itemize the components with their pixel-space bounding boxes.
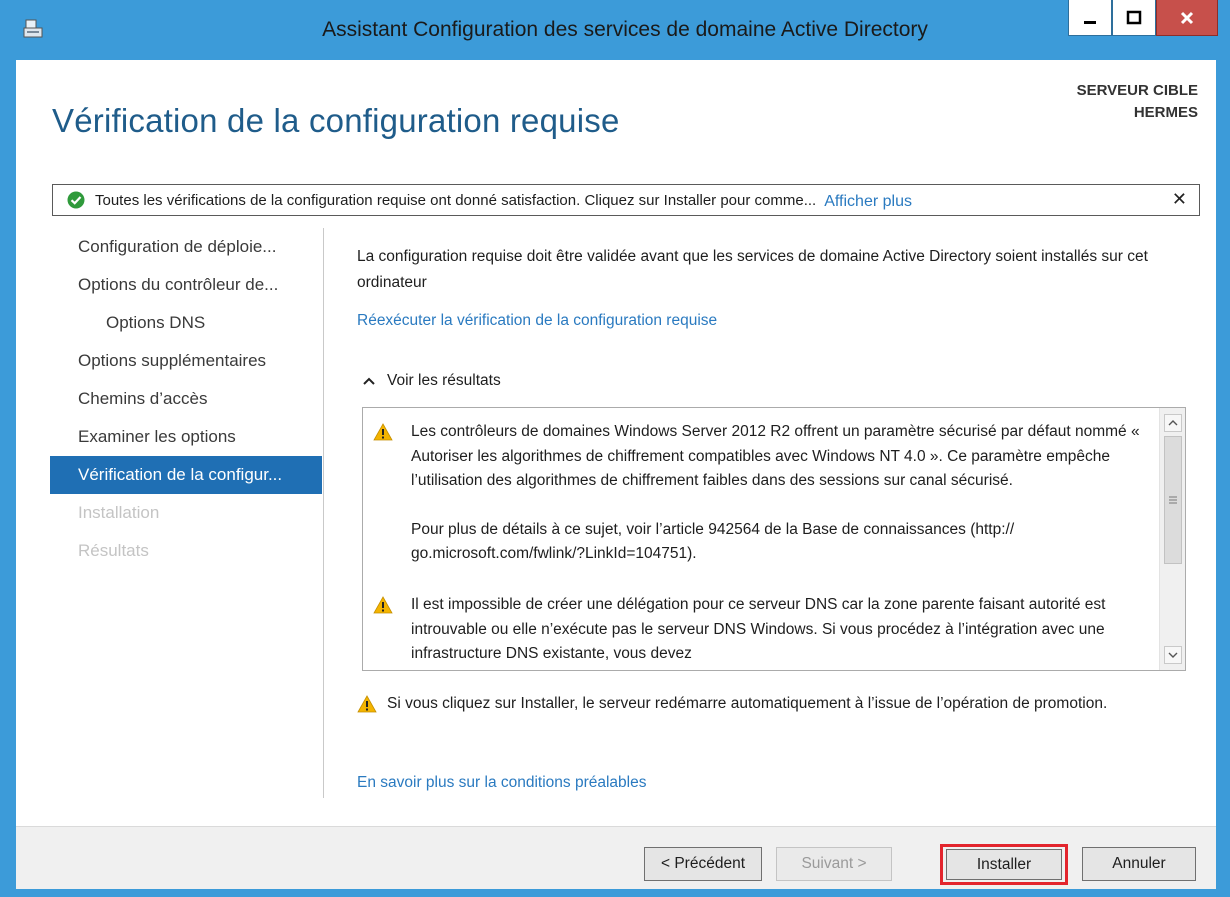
scroll-thumb[interactable]: [1164, 436, 1182, 564]
title-bar[interactable]: Assistant Configuration des services de …: [0, 0, 1230, 60]
chevron-up-icon: [363, 377, 375, 385]
results-list[interactable]: Les contrôleurs de domaines Windows Serv…: [362, 407, 1186, 671]
cancel-button[interactable]: Annuler: [1082, 847, 1196, 881]
warning-icon: [373, 596, 393, 614]
chevron-up-icon: [1168, 420, 1178, 426]
results-list-viewport: Les contrôleurs de domaines Windows Serv…: [363, 408, 1159, 670]
scroll-down-button[interactable]: [1164, 646, 1182, 664]
nav-item-paths[interactable]: Chemins d’accès: [50, 380, 322, 418]
result-detail-text: Pour plus de détails à ce sujet, voir l’…: [411, 520, 1015, 563]
wizard-footer: < Précédent Suivant > Installer Annuler: [16, 826, 1216, 889]
window-frame: Assistant Configuration des services de …: [0, 0, 1230, 897]
view-results-toggle[interactable]: Voir les résultats: [363, 372, 501, 390]
install-button-highlight: Installer: [940, 844, 1068, 885]
results-scrollbar[interactable]: [1159, 408, 1185, 670]
previous-button[interactable]: < Précédent: [644, 847, 762, 881]
intro-text: La configuration requise doit être valid…: [357, 248, 1148, 291]
warning-icon: [373, 423, 393, 441]
minimize-button[interactable]: [1068, 0, 1112, 36]
nav-item-dns-options[interactable]: Options DNS: [50, 304, 322, 342]
scroll-up-button[interactable]: [1164, 414, 1182, 432]
window-title: Assistant Configuration des services de …: [322, 18, 928, 41]
nav-item-deployment-config[interactable]: Configuration de déploie...: [50, 228, 322, 266]
view-results-label: Voir les résultats: [387, 372, 501, 389]
page-title: Vérification de la configuration requise: [52, 102, 620, 139]
restart-warning-text: Si vous cliquez sur Installer, le serveu…: [387, 695, 1108, 712]
maximize-button[interactable]: [1112, 0, 1156, 36]
success-check-icon: [67, 191, 85, 209]
chevron-down-icon: [1168, 652, 1178, 658]
install-button[interactable]: Installer: [946, 849, 1062, 880]
restart-warning: Si vous cliquez sur Installer, le serveu…: [357, 691, 1193, 717]
learn-more-prerequisites-link[interactable]: En savoir plus sur la conditions préalab…: [357, 774, 647, 792]
show-more-link[interactable]: Afficher plus: [824, 193, 912, 211]
grip-icon: [1169, 496, 1177, 504]
warning-icon: [357, 695, 377, 713]
status-banner: Toutes les vérifications de la configura…: [52, 184, 1200, 216]
next-button: Suivant >: [776, 847, 892, 881]
nav-item-review-options[interactable]: Examiner les options: [50, 418, 322, 456]
target-server-caption: SERVEUR CIBLE: [1076, 82, 1198, 99]
maximize-icon: [1126, 10, 1142, 24]
result-text: Il est impossible de créer une délégatio…: [411, 596, 1106, 662]
result-item: Les contrôleurs de domaines Windows Serv…: [373, 420, 1149, 567]
wizard-nav: Configuration de déploie... Options du c…: [50, 228, 322, 570]
rerun-prerequisites-link[interactable]: Réexécuter la vérification de la configu…: [357, 312, 717, 330]
status-banner-text: Toutes les vérifications de la configura…: [95, 191, 817, 209]
nav-item-additional-options[interactable]: Options supplémentaires: [50, 342, 322, 380]
close-button[interactable]: [1156, 0, 1218, 36]
target-server-label: SERVEUR CIBLE HERMES: [1077, 80, 1198, 124]
nav-item-prerequisites-check[interactable]: Vérification de la configur...: [50, 456, 322, 494]
nav-item-dc-options[interactable]: Options du contrôleur de...: [50, 266, 322, 304]
target-server-name: HERMES: [1133, 104, 1198, 121]
wizard-client-area: Vérification de la configuration requise…: [16, 60, 1216, 889]
nav-item-results: Résultats: [78, 541, 149, 560]
nav-divider: [323, 228, 324, 798]
banner-close-icon[interactable]: ✕: [1172, 189, 1187, 210]
minimize-icon: [1084, 20, 1096, 24]
close-icon: [1180, 11, 1194, 24]
result-text: Les contrôleurs de domaines Windows Serv…: [411, 423, 1140, 489]
nav-item-installation: Installation: [78, 503, 160, 522]
result-item: Il est impossible de créer une délégatio…: [373, 593, 1149, 667]
